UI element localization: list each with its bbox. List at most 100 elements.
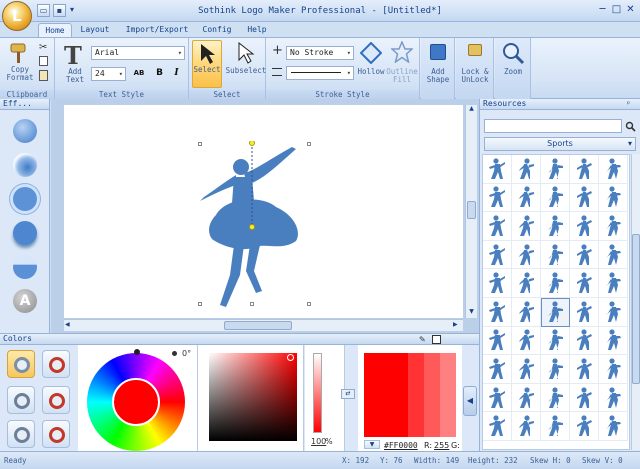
resources-scrollbar[interactable] [631, 154, 640, 450]
color-swatch-main[interactable] [364, 353, 408, 437]
resource-item[interactable] [512, 326, 541, 356]
new-file-icon[interactable]: ▭ [37, 4, 50, 17]
tab-layout[interactable]: Layout [76, 23, 114, 38]
resource-item[interactable] [599, 326, 628, 356]
application-menu-button[interactable]: L [2, 1, 32, 31]
resource-item[interactable] [599, 240, 628, 270]
minimize-button[interactable]: ─ [596, 4, 609, 16]
italic-button[interactable]: I [169, 67, 184, 81]
stroke-add-icon[interactable]: + [272, 43, 283, 58]
canvas-horizontal-scrollbar[interactable]: ◀ ▶ [64, 319, 463, 331]
maximize-button[interactable]: □ [610, 4, 623, 16]
resource-item[interactable] [599, 412, 628, 441]
design-canvas[interactable] [64, 105, 463, 318]
add-text-icon[interactable]: T [64, 41, 82, 70]
color-swatch-1[interactable] [408, 353, 424, 437]
select-tool-button[interactable]: Select [192, 40, 222, 88]
cut-icon[interactable]: ✂ [39, 42, 47, 53]
resource-item[interactable] [483, 412, 512, 441]
resource-item[interactable] [483, 297, 512, 327]
resource-item[interactable] [570, 412, 599, 441]
scroll-down-icon[interactable]: ▼ [467, 308, 476, 317]
resource-item[interactable] [512, 183, 541, 213]
scroll-up-icon[interactable]: ▲ [467, 105, 476, 114]
resource-item[interactable] [512, 297, 541, 327]
font-family-select[interactable]: Arial [91, 46, 185, 60]
hue-marker[interactable] [134, 349, 140, 355]
no-color-icon[interactable] [432, 335, 441, 344]
tab-help[interactable]: Help [242, 23, 272, 38]
resource-item[interactable] [512, 240, 541, 270]
resource-item[interactable] [599, 355, 628, 384]
saturation-value-picker[interactable] [209, 353, 297, 441]
copy-format-button[interactable] [8, 41, 32, 67]
resource-item[interactable] [570, 240, 599, 270]
resource-item[interactable] [599, 269, 628, 298]
resource-item[interactable] [512, 212, 541, 241]
resource-item[interactable] [483, 155, 512, 184]
pin-icon[interactable]: ᵖ [627, 100, 630, 108]
resource-item[interactable] [599, 212, 628, 241]
color-swatch-2[interactable] [424, 353, 440, 437]
resource-item[interactable] [483, 240, 512, 270]
resource-item[interactable] [570, 155, 599, 184]
radial-gradient-button[interactable] [7, 386, 35, 414]
hollow-button[interactable]: Hollow [357, 40, 385, 86]
zoom-button[interactable]: Zoom [495, 38, 531, 100]
char-spacing-button[interactable]: AB [129, 67, 149, 81]
resource-item[interactable] [483, 383, 512, 413]
quick-access-dropdown-icon[interactable]: ▾ [70, 5, 74, 14]
close-button[interactable]: ✕ [624, 4, 637, 16]
resource-item[interactable] [483, 269, 512, 298]
opacity-slider[interactable] [313, 353, 322, 433]
hex-value[interactable]: #FF0000 [384, 441, 418, 450]
search-icon[interactable] [625, 121, 636, 132]
pattern-fill-button[interactable] [42, 420, 70, 448]
sv-marker[interactable] [287, 354, 294, 361]
resource-item[interactable] [512, 412, 541, 441]
outline-fill-button[interactable]: Outline Fill [386, 40, 418, 86]
opacity-value[interactable]: 100 [311, 437, 326, 446]
resource-item[interactable] [599, 383, 628, 413]
effect-bevel-button[interactable] [13, 153, 37, 177]
resource-item[interactable] [570, 326, 599, 356]
resource-item[interactable] [512, 155, 541, 184]
resource-item[interactable] [483, 326, 512, 356]
resource-search-input[interactable] [484, 119, 622, 133]
line-weight-icon[interactable] [272, 68, 282, 76]
scroll-left-icon[interactable]: ◀ [65, 321, 70, 328]
resource-item[interactable] [541, 297, 570, 327]
swatch-menu-icon[interactable]: ▼ [364, 440, 380, 449]
resource-item[interactable] [512, 355, 541, 384]
tab-home[interactable]: Home [38, 23, 72, 38]
resource-item[interactable] [541, 155, 570, 184]
scroll-right-icon[interactable]: ▶ [453, 321, 458, 328]
effect-sphere-button[interactable] [13, 119, 37, 143]
line-style-select[interactable] [286, 66, 354, 80]
scroll-thumb[interactable] [467, 201, 476, 219]
paste-icon[interactable] [39, 70, 48, 81]
resource-item[interactable] [512, 383, 541, 413]
copy-icon[interactable] [39, 56, 48, 66]
resource-item[interactable] [541, 269, 570, 298]
resource-item[interactable] [512, 269, 541, 298]
resource-item[interactable] [541, 183, 570, 213]
effect-shadow-button[interactable] [13, 221, 37, 245]
canvas-vertical-scrollbar[interactable]: ▲ ▼ [465, 105, 477, 318]
resource-item[interactable] [570, 269, 599, 298]
effect-letter-a-button[interactable]: A [13, 289, 37, 313]
color-swatch-3[interactable] [440, 353, 456, 437]
effect-emboss-button[interactable] [13, 187, 37, 211]
resource-item[interactable] [541, 212, 570, 241]
resource-item[interactable] [483, 183, 512, 213]
bold-button[interactable]: B [152, 67, 167, 81]
resource-item[interactable] [483, 212, 512, 241]
subselect-tool-button[interactable]: Subselect [226, 40, 266, 86]
resource-item[interactable] [570, 383, 599, 413]
ballerina-shape[interactable] [196, 141, 316, 313]
link-toggle-icon[interactable]: ⇄ [341, 389, 355, 399]
scroll-thumb[interactable] [224, 321, 292, 330]
collapse-panel-icon[interactable]: ◀ [463, 386, 477, 416]
resource-item[interactable] [570, 183, 599, 213]
category-select[interactable]: Sports ▾ [484, 137, 636, 151]
